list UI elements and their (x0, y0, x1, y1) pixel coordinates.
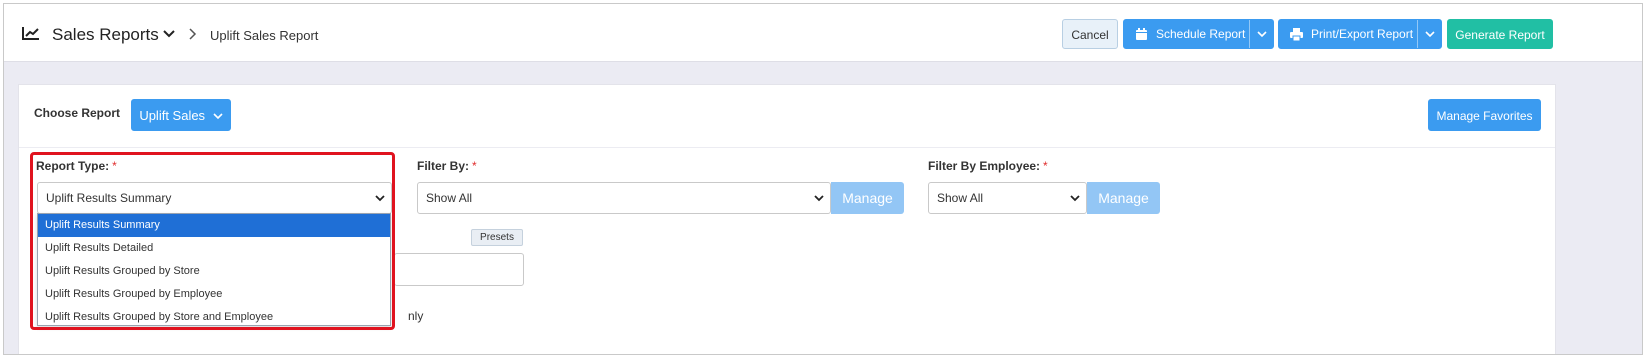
schedule-report-button[interactable]: Schedule Report (1123, 19, 1274, 49)
highlight-box (30, 152, 395, 330)
schedule-report-label: Schedule Report (1156, 27, 1246, 41)
filter-by-employee-select[interactable]: Show All (928, 182, 1087, 214)
filter-by-select[interactable]: Show All (417, 182, 831, 214)
checkbox-label-partial: nly (408, 309, 424, 323)
chevron-down-icon[interactable] (162, 28, 176, 40)
generate-report-button[interactable]: Generate Report (1447, 19, 1553, 49)
calendar-icon (1136, 27, 1147, 40)
choose-report-dropdown[interactable]: Uplift Sales (131, 99, 231, 131)
chevron-down-icon (213, 113, 223, 120)
chevron-down-icon (1256, 31, 1267, 38)
chevron-down-icon (814, 195, 824, 202)
printer-icon (1290, 27, 1303, 41)
required-asterisk: * (472, 159, 477, 173)
presets-button[interactable]: Presets (471, 229, 523, 246)
schedule-report-dropdown-toggle[interactable] (1249, 20, 1273, 48)
print-export-report-button[interactable]: Print/Export Report (1278, 19, 1442, 49)
print-export-report-label: Print/Export Report (1311, 27, 1414, 41)
manage-favorites-button[interactable]: Manage Favorites (1428, 99, 1541, 131)
filter-by-label: Filter By: * (417, 159, 477, 173)
filter-by-employee-value: Show All (937, 191, 984, 205)
chevron-down-icon (1070, 195, 1080, 202)
report-options-card: Choose Report Uplift Sales Manage Favori… (18, 84, 1556, 354)
divider (19, 147, 1555, 148)
app-frame: Sales Reports Uplift Sales Report Cancel… (3, 3, 1643, 355)
filter-by-manage-button[interactable]: Manage (831, 182, 904, 214)
date-range-input[interactable] (394, 253, 524, 286)
required-asterisk: * (1043, 159, 1048, 173)
print-export-dropdown-toggle[interactable] (1417, 20, 1441, 48)
filter-by-employee-label-text: Filter By Employee: (928, 159, 1041, 173)
filter-by-label-text: Filter By: (417, 159, 470, 173)
chevron-down-icon (1424, 31, 1435, 38)
filter-by-employee-label: Filter By Employee: * (928, 159, 1048, 173)
filter-by-value: Show All (426, 191, 473, 205)
breadcrumb: Uplift Sales Report (210, 28, 319, 43)
app-title[interactable]: Sales Reports (52, 25, 159, 45)
choose-report-value: Uplift Sales (139, 108, 206, 123)
cancel-button[interactable]: Cancel (1062, 19, 1118, 49)
choose-report-label: Choose Report (34, 106, 121, 120)
chart-line-icon (22, 27, 39, 40)
chevron-right-icon (189, 28, 197, 40)
top-bar: Sales Reports Uplift Sales Report Cancel… (4, 4, 1642, 62)
filter-by-employee-manage-button[interactable]: Manage (1087, 182, 1160, 214)
